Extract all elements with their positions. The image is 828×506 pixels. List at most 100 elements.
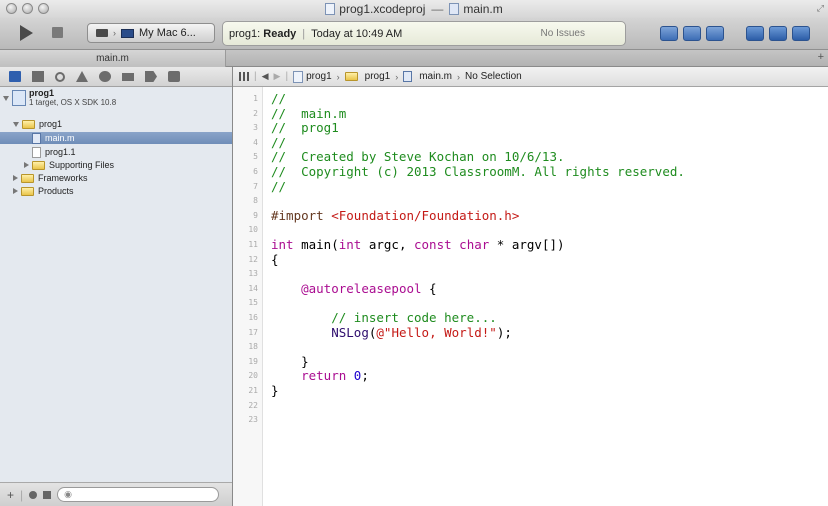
code-line[interactable]: NSLog(@"Hello, World!"); <box>271 325 512 340</box>
line-number: 22 <box>248 400 258 410</box>
code-line[interactable]: } <box>271 383 279 398</box>
tab-main-m[interactable]: main.m <box>0 50 226 67</box>
disclosure-triangle-icon[interactable] <box>3 95 9 101</box>
tree-item-products[interactable]: Products <box>0 185 232 197</box>
recent-files-icon[interactable] <box>29 490 38 499</box>
code-line[interactable]: } <box>271 354 309 369</box>
close-window-button[interactable] <box>6 3 17 14</box>
line-number: 3 <box>253 123 258 133</box>
tree-item-supporting-files[interactable]: Supporting Files <box>0 159 232 171</box>
activity-viewer: prog1: Ready | Today at 10:49 AM No Issu… <box>222 21 626 46</box>
breadcrumb-label: No Selection <box>465 71 522 82</box>
stop-button[interactable] <box>52 27 63 38</box>
search-navigator-icon[interactable] <box>55 71 65 82</box>
version-editor-button[interactable] <box>706 26 724 41</box>
navigator-toggle-button[interactable] <box>746 26 764 41</box>
breadcrumb-project[interactable]: prog1 › <box>293 70 340 83</box>
minimize-window-button[interactable] <box>22 3 33 14</box>
breadcrumb-label: prog1 <box>306 71 332 82</box>
line-number-gutter[interactable]: 1 2 3 4 5 6 7 8 9 10 11 12 13 14 15 16 17 18 19 20 21 22 23 <box>233 87 263 506</box>
code-line[interactable]: @autoreleasepool { <box>271 281 436 296</box>
window-title: prog1.xcodeproj — main.m <box>325 2 503 16</box>
code-line[interactable]: // Copyright (c) 2013 ClassroomM. All ri… <box>271 164 685 179</box>
scheme-label: My Mac 6... <box>139 27 196 39</box>
code-line[interactable]: // <box>271 179 286 194</box>
project-navigator-icon[interactable] <box>9 71 21 82</box>
line-number: 1 <box>253 94 258 103</box>
log-navigator-icon[interactable] <box>168 71 180 82</box>
tree-item-label: Products <box>38 186 74 196</box>
tree-item-label: Frameworks <box>38 173 88 183</box>
fullscreen-icon[interactable]: ⤢ <box>817 3 824 14</box>
breakpoint-navigator-icon[interactable] <box>145 71 157 82</box>
debug-area-toggle-button[interactable] <box>769 26 787 41</box>
source-editor[interactable]: //// main.m// prog1//// Created by Steve… <box>263 87 828 506</box>
tree-item-prog1-1[interactable]: prog1.1 <box>0 146 232 158</box>
line-number: 13 <box>248 269 258 279</box>
breadcrumb-selection[interactable]: No Selection <box>465 71 522 82</box>
code-line[interactable]: // <box>271 135 286 150</box>
issue-navigator-icon[interactable] <box>76 71 88 82</box>
breadcrumb-group[interactable]: prog1 › <box>344 71 398 82</box>
tree-item-project[interactable]: prog1 1 target, OS X SDK 10.8 <box>0 88 232 107</box>
tree-item-group-prog1[interactable]: prog1 <box>0 118 232 130</box>
line-number: 9 <box>253 210 258 220</box>
line-number: 7 <box>253 181 258 191</box>
toolbar: › My Mac 6... prog1: Ready | Today at 10… <box>0 18 828 50</box>
folder-icon <box>21 173 34 183</box>
code-line[interactable]: #import <Foundation/Foundation.h> <box>271 208 519 223</box>
test-navigator-icon[interactable] <box>99 71 111 82</box>
title-separator: — <box>431 2 444 16</box>
activity-divider: | <box>302 27 306 40</box>
line-number: 14 <box>248 283 258 293</box>
navigator-filter-bar: + | ◉ <box>0 482 232 506</box>
code-line[interactable]: // <box>271 91 286 106</box>
code-line[interactable]: int main(int argc, const char * argv[]) <box>271 237 565 252</box>
add-tab-icon[interactable]: + <box>818 51 824 63</box>
code-line[interactable]: { <box>271 252 279 267</box>
disclosure-triangle-icon[interactable] <box>24 162 29 168</box>
disclosure-triangle-icon[interactable] <box>13 188 18 194</box>
issues-label[interactable]: No Issues <box>541 28 585 39</box>
standard-editor-button[interactable] <box>660 26 678 41</box>
scm-filter-icon[interactable] <box>43 490 52 499</box>
editor-mode-group <box>660 26 724 41</box>
navigator-filter-input[interactable]: ◉ <box>57 487 220 502</box>
related-items-icon[interactable] <box>239 72 249 81</box>
window-controls <box>6 3 49 14</box>
code-line[interactable]: return 0; <box>271 368 369 383</box>
code-line[interactable]: // prog1 <box>271 120 339 135</box>
activity-time: Today at 10:49 AM <box>311 27 403 40</box>
chevron-right-icon: › <box>336 71 340 82</box>
debug-navigator-icon[interactable] <box>122 72 134 81</box>
disclosure-triangle-icon[interactable] <box>13 175 18 181</box>
xcode-project-icon <box>12 90 26 106</box>
folder-icon <box>22 119 35 129</box>
line-number: 6 <box>253 167 258 176</box>
code-line[interactable]: // Created by Steve Kochan on 10/6/13. <box>271 149 565 164</box>
tree-item-frameworks[interactable]: Frameworks <box>0 172 232 184</box>
project-subtitle: 1 target, OS X SDK 10.8 <box>29 98 117 107</box>
back-arrow-icon[interactable]: ◀ <box>262 71 269 82</box>
symbol-navigator-icon[interactable] <box>32 71 44 82</box>
disclosure-triangle-icon[interactable] <box>13 121 19 127</box>
utilities-toggle-button[interactable] <box>792 26 810 41</box>
breadcrumb-file[interactable]: main.m › <box>403 71 460 82</box>
run-button[interactable] <box>20 25 33 41</box>
scheme-selector[interactable]: › My Mac 6... <box>87 23 215 43</box>
line-number: 8 <box>253 196 258 206</box>
code-line[interactable]: // insert code here... <box>271 310 497 325</box>
code-line[interactable]: // main.m <box>271 106 346 121</box>
tree-item-main-m[interactable]: main.m <box>0 132 232 144</box>
add-file-icon[interactable]: + <box>7 488 14 502</box>
tree-item-label: main.m <box>45 133 75 143</box>
assistant-editor-button[interactable] <box>683 26 701 41</box>
line-number: 12 <box>248 254 258 264</box>
zoom-window-button[interactable] <box>38 3 49 14</box>
line-number: 2 <box>253 108 258 118</box>
mac-icon <box>121 28 134 38</box>
forward-arrow-icon[interactable]: ▶ <box>274 71 281 82</box>
filter-icon: ◉ <box>64 489 72 499</box>
project-name: prog1 <box>29 88 55 98</box>
line-number: 5 <box>253 152 258 162</box>
